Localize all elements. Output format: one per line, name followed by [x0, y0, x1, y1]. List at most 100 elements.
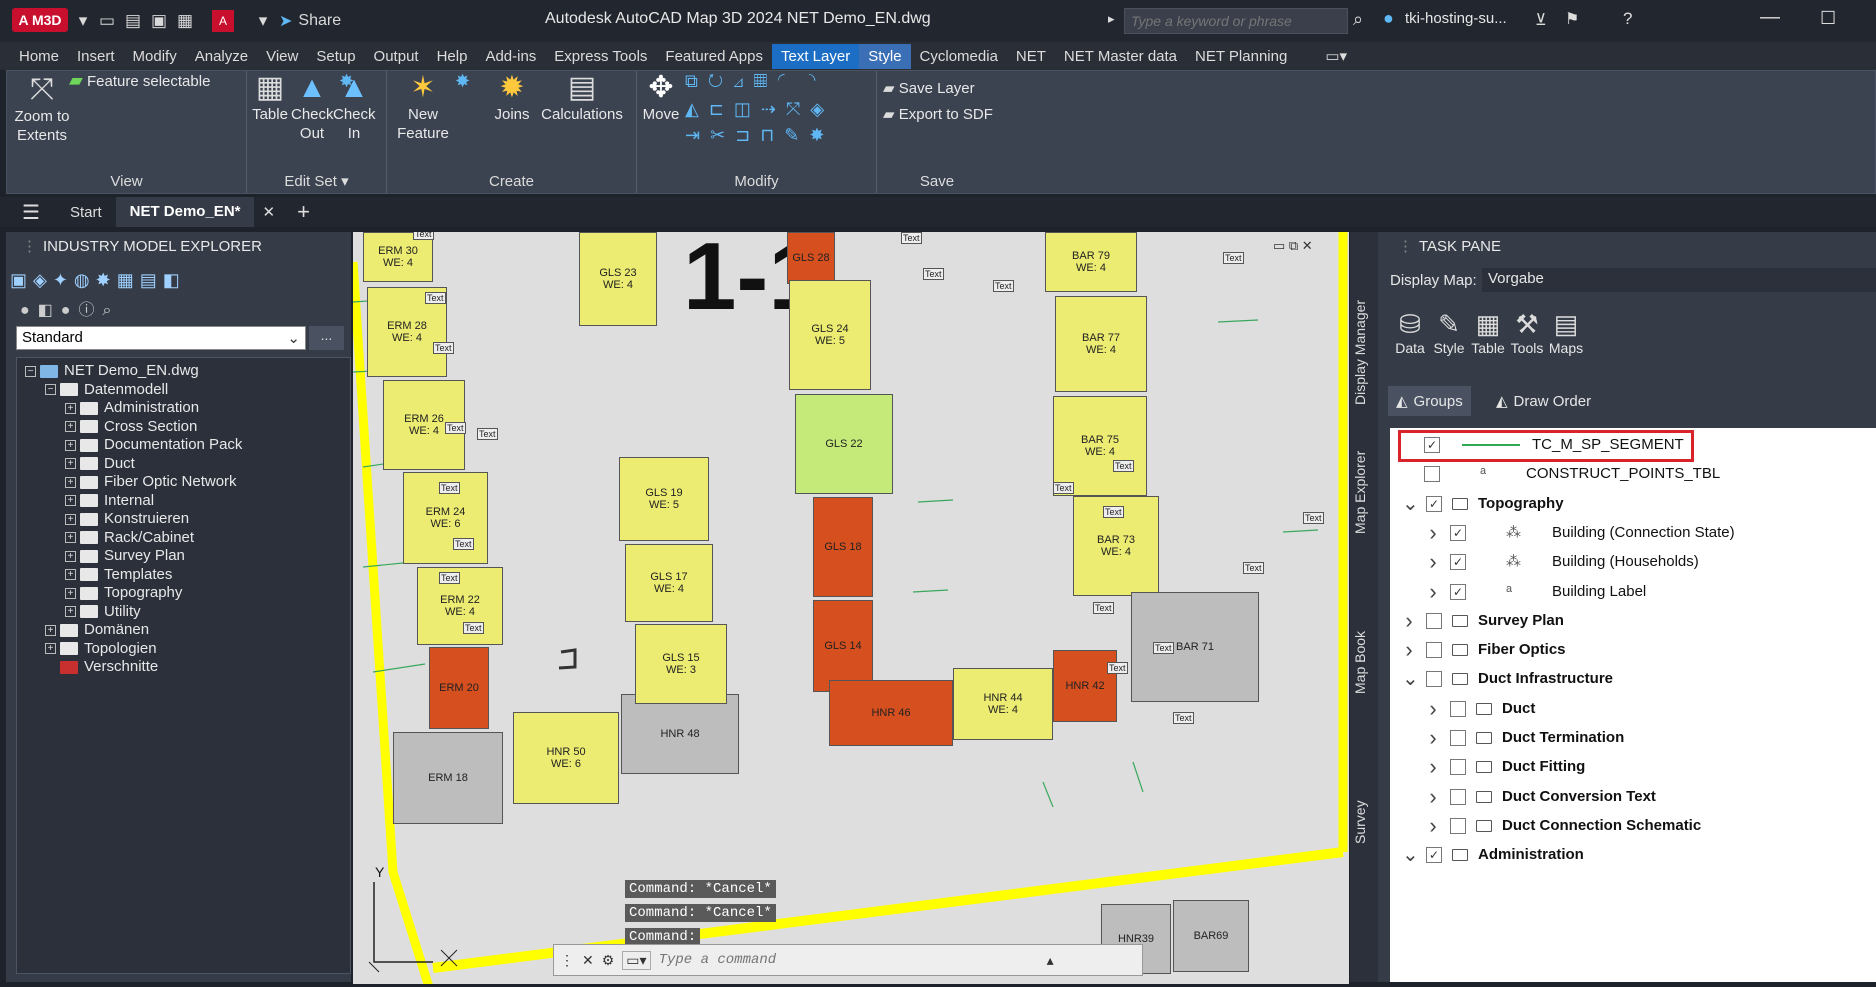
user-account[interactable]: tki-hosting-su...: [1405, 10, 1507, 27]
check-out-button[interactable]: ▲ Check Out: [291, 71, 334, 143]
layer-visibility-checkbox[interactable]: ✓: [1450, 524, 1466, 541]
tab-groups[interactable]: ◭ Groups: [1388, 386, 1471, 416]
menu-home[interactable]: Home: [10, 44, 68, 69]
move-button[interactable]: ✥ Move: [641, 71, 681, 124]
layer-row[interactable]: ᵃ CONSTRUCT_POINTS_TBL: [1424, 460, 1720, 488]
layer-row[interactable]: › ✓ ⁂ Building (Households): [1426, 548, 1698, 576]
layer-row[interactable]: › ✓ ⁂ Building (Connection State): [1426, 519, 1734, 547]
expand-icon[interactable]: +: [65, 513, 76, 525]
modify-tools-row2[interactable]: ◭⊏◫⇢⤧◈: [685, 99, 834, 120]
layer-visibility-checkbox[interactable]: [1426, 671, 1442, 688]
help-icon[interactable]: ?: [1623, 9, 1632, 29]
expand-icon[interactable]: +: [65, 476, 76, 488]
share-button[interactable]: ➤ Share: [279, 9, 341, 33]
autocad-web-icon[interactable]: A: [212, 10, 234, 32]
layer-row[interactable]: › Duct Conversion Text: [1426, 783, 1656, 811]
menu-net-planning[interactable]: NET Planning: [1186, 44, 1296, 69]
text-tag[interactable]: Text: [433, 342, 454, 354]
text-tag[interactable]: Text: [1113, 460, 1134, 472]
layer-row[interactable]: ⌄ ✓ Administration: [1402, 841, 1584, 869]
expand-icon[interactable]: +: [65, 569, 76, 581]
tab-draw-order[interactable]: ◭ Draw Order: [1488, 386, 1599, 416]
drawing-canvas[interactable]: 1-1 ▭ ⧉ ✕ ERM 30 WE: 4 ERM 28 WE: 4 ERM 26 WE…: [353, 232, 1349, 984]
explorer-toolbar-row1[interactable]: ▣◈✦◍✸▦▤◧: [10, 270, 210, 294]
edit-set-small-icon[interactable]: ✸: [339, 71, 354, 92]
layer-visibility-checkbox[interactable]: [1450, 700, 1466, 717]
text-tag[interactable]: Text: [1053, 482, 1074, 494]
zoom-extents-button[interactable]: ⤧ Zoom to Extents: [11, 73, 73, 145]
modify-tools-row3[interactable]: ⇥✂⊐⊓✎✸: [685, 125, 834, 146]
minimize-icon[interactable]: —: [1760, 6, 1780, 29]
building-gls-23[interactable]: GLS 23 WE: 4: [579, 232, 657, 326]
collapse-chevron-icon[interactable]: ⌄: [1402, 665, 1419, 693]
building-erm-20[interactable]: ERM 20: [429, 647, 489, 729]
expand-chevron-icon[interactable]: ›: [1426, 548, 1440, 576]
menu-output[interactable]: Output: [365, 44, 428, 69]
building-bar-75[interactable]: BAR 75 WE: 4: [1053, 396, 1147, 496]
building-hnr-42[interactable]: HNR 42: [1053, 650, 1117, 722]
layer-row[interactable]: ✓ TC_M_SP_SEGMENT: [1424, 431, 1684, 459]
text-tag[interactable]: Text: [413, 232, 434, 240]
menu-featured-apps[interactable]: Featured Apps: [656, 44, 772, 69]
maximize-icon[interactable]: ☐: [1820, 8, 1836, 29]
expand-icon[interactable]: +: [65, 421, 76, 433]
building-gls-28[interactable]: GLS 28: [787, 232, 835, 284]
expand-chevron-icon[interactable]: ›: [1402, 636, 1416, 664]
expand-chevron-icon[interactable]: ›: [1426, 783, 1440, 811]
expand-chevron-icon[interactable]: ›: [1402, 607, 1416, 635]
layer-row[interactable]: › Duct Termination: [1426, 724, 1624, 752]
building-hnr-46[interactable]: HNR 46: [829, 680, 953, 746]
text-tag[interactable]: Text: [477, 428, 498, 440]
vtab-display-manager[interactable]: Display Manager: [1352, 282, 1376, 422]
building-bar-77[interactable]: BAR 77 WE: 4: [1055, 296, 1147, 392]
building-hnr-50[interactable]: HNR 50 WE: 6: [513, 712, 619, 804]
autodesk-app-icon[interactable]: ⚑: [1565, 9, 1579, 29]
layer-row[interactable]: › Fiber Optics: [1402, 636, 1565, 664]
save-icon[interactable]: ▣: [148, 10, 170, 32]
feature-selectable-button[interactable]: ▰ Feature selectable: [69, 71, 210, 91]
menu-express-tools[interactable]: Express Tools: [545, 44, 656, 69]
app-menu-button[interactable]: A M3D: [12, 8, 68, 32]
text-tag[interactable]: Text: [1173, 712, 1194, 724]
menu-text-layer[interactable]: Text Layer: [771, 43, 860, 69]
quick-access-dropdown-icon[interactable]: ▾: [252, 10, 274, 32]
tab-start[interactable]: Start: [56, 204, 116, 221]
layer-visibility-checkbox[interactable]: [1426, 612, 1442, 629]
building-gls-19[interactable]: GLS 19 WE: 5: [619, 457, 709, 541]
new-feature-button[interactable]: ✶ New Feature: [393, 71, 453, 143]
expand-icon[interactable]: +: [45, 643, 56, 655]
command-input[interactable]: [658, 952, 1039, 968]
hamburger-menu-icon[interactable]: ☰: [0, 200, 56, 225]
cart-icon[interactable]: ⊻: [1535, 10, 1547, 30]
menu-view[interactable]: View: [257, 44, 307, 69]
layer-visibility-checkbox[interactable]: [1426, 642, 1442, 659]
expand-icon[interactable]: +: [65, 439, 76, 451]
menu-help[interactable]: Help: [428, 44, 477, 69]
building-gls-22[interactable]: GLS 22: [795, 394, 893, 494]
table-button[interactable]: ▦ Table: [251, 71, 289, 124]
expand-icon[interactable]: +: [65, 587, 76, 599]
building-erm-22[interactable]: ERM 22 WE: 4: [417, 567, 503, 645]
layer-visibility-checkbox[interactable]: ✓: [1426, 495, 1442, 512]
menu-insert[interactable]: Insert: [68, 44, 124, 69]
building-bar-71[interactable]: BAR 71: [1131, 592, 1259, 702]
export-sdf-button[interactable]: ▰ Export to SDF: [883, 105, 993, 124]
vtab-map-book[interactable]: Map Book: [1352, 592, 1376, 732]
style-button[interactable]: ✎ Style: [1429, 308, 1469, 356]
calculations-button[interactable]: ▤ Calculations: [537, 71, 627, 124]
expand-icon[interactable]: +: [65, 532, 76, 544]
expand-icon[interactable]: +: [45, 624, 56, 636]
text-tag[interactable]: Text: [1107, 662, 1128, 674]
building-bar69[interactable]: BAR69: [1173, 900, 1249, 972]
new-file-icon[interactable]: ▭: [96, 10, 118, 32]
text-tag[interactable]: Text: [993, 280, 1014, 292]
layer-visibility-checkbox[interactable]: [1450, 759, 1466, 776]
collapse-icon[interactable]: −: [45, 384, 56, 396]
save-layer-button[interactable]: ▰ Save Layer: [883, 79, 975, 98]
menu-net[interactable]: NET: [1007, 44, 1055, 69]
text-tag[interactable]: Text: [1153, 642, 1174, 654]
maps-button[interactable]: ▤ Maps: [1546, 308, 1586, 356]
layer-row[interactable]: › Duct Fitting: [1426, 753, 1585, 781]
expand-icon[interactable]: +: [65, 458, 76, 470]
text-tag[interactable]: Text: [1103, 506, 1124, 518]
